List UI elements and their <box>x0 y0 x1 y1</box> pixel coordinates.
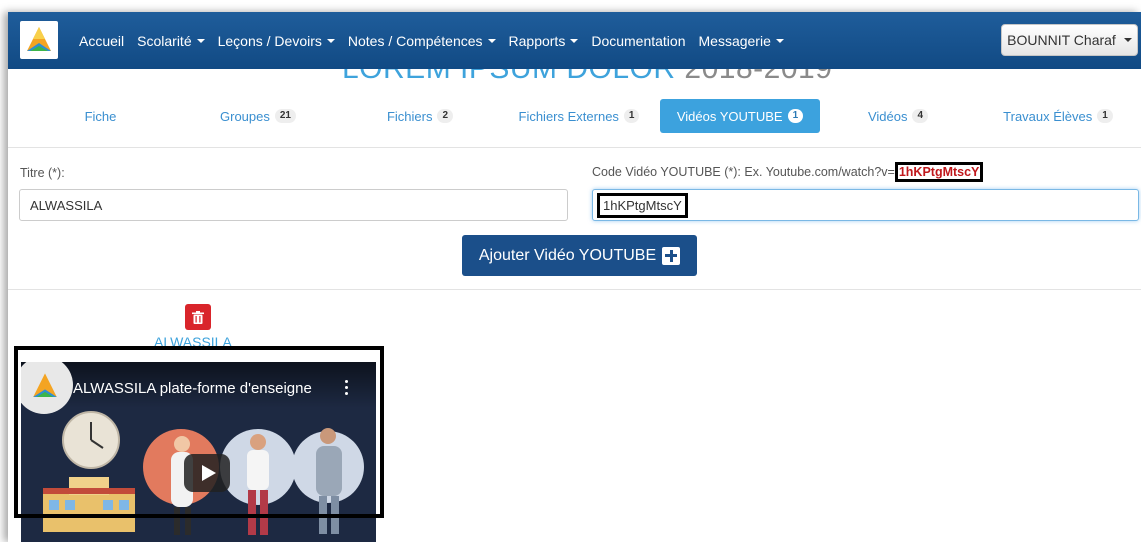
nav-scolarite-label: Scolarité <box>137 32 192 49</box>
user-menu-button[interactable]: BOUNNIT Charaf <box>1001 24 1138 56</box>
count-badge: 1 <box>1097 109 1113 123</box>
count-badge: 1 <box>623 109 640 123</box>
nav-rapports[interactable]: Rapports <box>509 33 579 49</box>
nav-accueil-label: Accueil <box>79 32 125 49</box>
add-button-label: Ajouter Vidéo YOUTUBE <box>478 246 657 264</box>
tab-label: Fiche <box>84 108 117 124</box>
nav-lecons-label: Leçons / Devoirs <box>217 32 322 49</box>
count-badge: 4 <box>912 109 929 123</box>
tab-groupes[interactable]: Groupes 21 <box>203 99 313 133</box>
count-badge: 1 <box>787 109 804 123</box>
logo-icon <box>27 27 51 51</box>
count-badge: 2 <box>437 109 454 123</box>
tab-fichiers-externes[interactable]: Fichiers Externes 1 <box>513 99 645 133</box>
caret-down-icon <box>196 38 205 43</box>
caret-down-icon <box>487 38 496 43</box>
app-logo[interactable] <box>20 21 58 59</box>
tab-videos[interactable]: Vidéos 4 <box>853 99 943 133</box>
nav-notes-label: Notes / Compétences <box>347 32 483 49</box>
divider <box>8 147 1141 148</box>
tab-label: Travaux Élèves <box>1003 108 1093 124</box>
nav-notes-competences[interactable]: Notes / Compétences <box>348 33 496 49</box>
code-label: Code Vidéo YOUTUBE (*): Ex. Youtube.com/… <box>592 162 984 182</box>
code-label-text: Code Vidéo YOUTUBE (*): Ex. Youtube.com/… <box>592 165 895 179</box>
nav-accueil[interactable]: Accueil <box>79 33 124 49</box>
player-video-title[interactable]: ALWASSILA plate-forme d'enseigne <box>73 380 312 397</box>
more-vert-icon[interactable] <box>343 380 349 398</box>
nav-messagerie-label: Messagerie <box>698 32 771 49</box>
title-input-value: ALWASSILA <box>30 197 103 213</box>
tab-bar: Fiche Groupes 21 Fichiers 2 Fichiers Exter… <box>8 99 1141 135</box>
code-example: 1hKPtgMtscY <box>894 162 984 182</box>
tab-label: Fichiers Externes <box>518 108 619 124</box>
browser-viewport: LOREM IPSUM DOLOR 2018-2019 Accueil Scol… <box>8 12 1141 542</box>
nav-lecons-devoirs[interactable]: Leçons / Devoirs <box>218 33 335 49</box>
tab-videos-youtube[interactable]: Vidéos YOUTUBE 1 <box>660 99 820 133</box>
plus-square-icon <box>662 246 681 265</box>
nav-documentation[interactable]: Documentation <box>591 33 685 49</box>
nav-messagerie[interactable]: Messagerie <box>699 33 784 49</box>
tab-fichiers[interactable]: Fichiers 2 <box>370 99 470 133</box>
nav-rapports-label: Rapports <box>508 32 566 49</box>
play-icon[interactable] <box>184 454 230 492</box>
nav-menu: Accueil Scolarité Leçons / Devoirs Notes… <box>79 12 797 69</box>
tab-label: Vidéos YOUTUBE <box>676 108 783 124</box>
count-badge: 21 <box>274 109 296 123</box>
tab-label: Vidéos <box>867 108 908 124</box>
youtube-code-value: 1hKPtgMtscY <box>597 192 688 218</box>
title-input[interactable]: ALWASSILA <box>19 189 568 221</box>
caret-down-icon <box>1123 38 1132 42</box>
user-name: BOUNNIT Charaf <box>1007 32 1116 48</box>
trash-icon <box>192 310 204 324</box>
youtube-player[interactable]: ALWASSILA plate-forme d'enseigne <box>21 362 376 542</box>
delete-video-button[interactable] <box>185 304 211 330</box>
tab-travaux-eleves[interactable]: Travaux Élèves 1 <box>998 99 1118 133</box>
caret-down-icon <box>326 38 335 43</box>
tab-label: Fichiers <box>386 108 433 124</box>
top-navbar: Accueil Scolarité Leçons / Devoirs Notes… <box>8 12 1141 69</box>
caret-down-icon <box>775 38 784 43</box>
title-label: Titre (*): <box>20 166 65 180</box>
video-title: ALWASSILA <box>154 334 232 350</box>
divider <box>8 289 1141 290</box>
tab-fiche[interactable]: Fiche <box>53 99 148 133</box>
nav-documentation-label: Documentation <box>591 32 686 49</box>
nav-scolarite[interactable]: Scolarité <box>137 32 205 49</box>
youtube-code-input[interactable]: 1hKPtgMtscY <box>592 189 1139 221</box>
tab-label: Groupes <box>220 108 270 124</box>
caret-down-icon <box>570 38 579 43</box>
add-youtube-video-button[interactable]: Ajouter Vidéo YOUTUBE <box>462 235 697 276</box>
logo-icon <box>33 373 57 397</box>
